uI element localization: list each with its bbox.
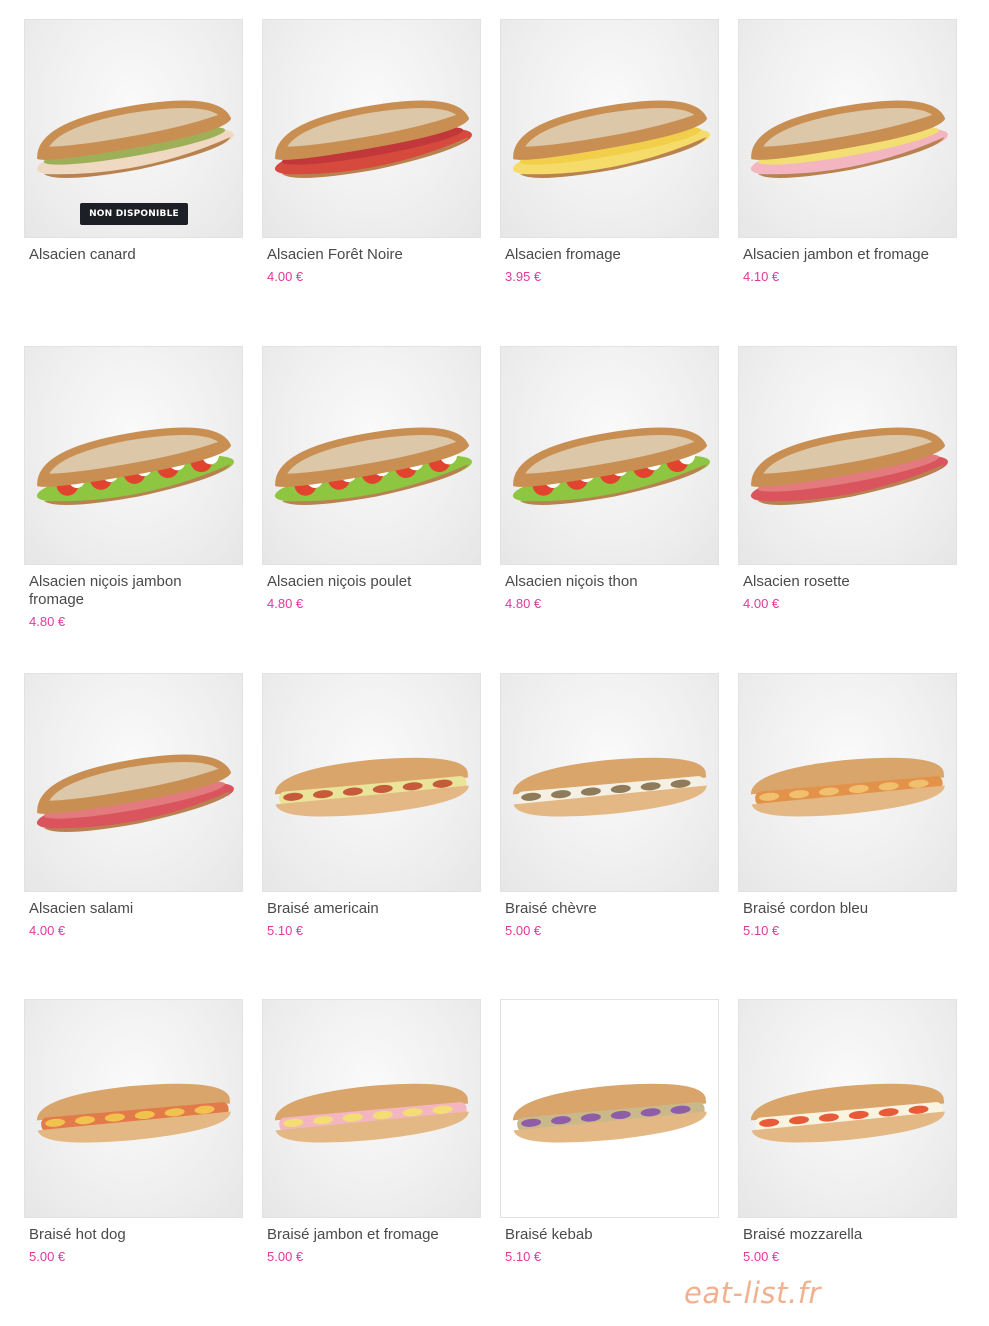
product-price: 5.00 € [29, 1249, 66, 1264]
product-price: 3.95 € [505, 269, 542, 284]
product-price: 4.00 € [267, 269, 304, 284]
product-card[interactable]: Alsacien niçois jambon fromage 4.80 € [24, 346, 243, 629]
sandwich-image [36, 427, 234, 505]
product-image[interactable] [24, 999, 243, 1218]
product-price: 5.00 € [743, 1249, 780, 1264]
product-image[interactable] [24, 346, 243, 565]
product-name[interactable]: Alsacien salami [29, 900, 219, 918]
sandwich-image [512, 757, 707, 817]
product-name[interactable]: Braisé chèvre [505, 900, 695, 918]
product-card[interactable]: Alsacien niçois thon 4.80 € [500, 346, 719, 611]
product-name[interactable]: Alsacien niçois jambon fromage [29, 573, 219, 609]
product-image[interactable] [262, 673, 481, 892]
sandwich-image [512, 1083, 707, 1143]
product-card[interactable]: Braisé mozzarella 5.00 € [738, 999, 957, 1264]
sandwich-image [750, 757, 945, 817]
product-price: 4.00 € [29, 923, 66, 938]
product-name[interactable]: Alsacien fromage [505, 246, 695, 264]
product-name[interactable]: Alsacien canard [29, 246, 219, 264]
product-image[interactable] [500, 999, 719, 1218]
product-card[interactable]: Alsacien Forêt Noire 4.00 € [262, 19, 481, 284]
sandwich-image [750, 100, 948, 178]
sandwich-image [750, 1083, 945, 1143]
product-price: 5.10 € [267, 923, 304, 938]
product-card[interactable]: Alsacien rosette 4.00 € [738, 346, 957, 611]
product-card[interactable]: Braisé kebab 5.10 € [500, 999, 719, 1264]
product-card[interactable]: Alsacien salami 4.00 € [24, 673, 243, 938]
product-card[interactable]: Braisé americain 5.10 € [262, 673, 481, 938]
product-price: 4.80 € [505, 596, 542, 611]
product-card[interactable]: Alsacien jambon et fromage 4.10 € [738, 19, 957, 284]
product-name[interactable]: Braisé hot dog [29, 1226, 219, 1244]
product-image[interactable] [500, 19, 719, 238]
product-price: 4.80 € [267, 596, 304, 611]
product-card[interactable]: Braisé jambon et fromage 5.00 € [262, 999, 481, 1264]
product-name[interactable]: Alsacien jambon et fromage [743, 246, 933, 264]
product-card[interactable]: NON DISPONIBLE Alsacien canard [24, 19, 243, 264]
product-name[interactable]: Braisé cordon bleu [743, 900, 933, 918]
product-card[interactable]: Alsacien fromage 3.95 € [500, 19, 719, 284]
sandwich-image [36, 1083, 231, 1143]
sandwich-image [274, 100, 472, 178]
product-image[interactable] [738, 673, 957, 892]
product-name[interactable]: Alsacien niçois poulet [267, 573, 457, 591]
product-name[interactable]: Braisé jambon et fromage [267, 1226, 457, 1244]
product-name[interactable]: Alsacien niçois thon [505, 573, 695, 591]
product-image[interactable]: NON DISPONIBLE [24, 19, 243, 238]
sandwich-image [274, 757, 469, 817]
product-name[interactable]: Braisé mozzarella [743, 1226, 933, 1244]
sandwich-image [36, 754, 234, 832]
product-price: 4.10 € [743, 269, 780, 284]
product-price: 5.10 € [743, 923, 780, 938]
product-image[interactable] [738, 346, 957, 565]
product-name[interactable]: Braisé kebab [505, 1226, 695, 1244]
product-image[interactable] [500, 673, 719, 892]
product-image[interactable] [738, 999, 957, 1218]
product-card[interactable]: Braisé hot dog 5.00 € [24, 999, 243, 1264]
product-name[interactable]: Alsacien rosette [743, 573, 933, 591]
product-image[interactable] [24, 673, 243, 892]
product-price: 5.00 € [267, 1249, 304, 1264]
product-image[interactable] [262, 19, 481, 238]
product-image[interactable] [500, 346, 719, 565]
product-price: 5.00 € [505, 923, 542, 938]
sandwich-image [274, 1083, 469, 1143]
product-card[interactable]: Braisé chèvre 5.00 € [500, 673, 719, 938]
product-price: 5.10 € [505, 1249, 542, 1264]
product-card[interactable]: Braisé cordon bleu 5.10 € [738, 673, 957, 938]
product-image[interactable] [262, 999, 481, 1218]
product-name[interactable]: Braisé americain [267, 900, 457, 918]
sandwich-image [274, 427, 472, 505]
product-name[interactable]: Alsacien Forêt Noire [267, 246, 457, 264]
product-image[interactable] [738, 19, 957, 238]
sandwich-image [512, 427, 710, 505]
product-price: 4.00 € [743, 596, 780, 611]
product-card[interactable]: Alsacien niçois poulet 4.80 € [262, 346, 481, 611]
sandwich-image [512, 100, 710, 178]
unavailable-badge: NON DISPONIBLE [80, 203, 188, 225]
sandwich-image [750, 427, 948, 505]
product-image[interactable] [262, 346, 481, 565]
product-price: 4.80 € [29, 614, 66, 629]
watermark: eat-list.fr [684, 1276, 821, 1310]
